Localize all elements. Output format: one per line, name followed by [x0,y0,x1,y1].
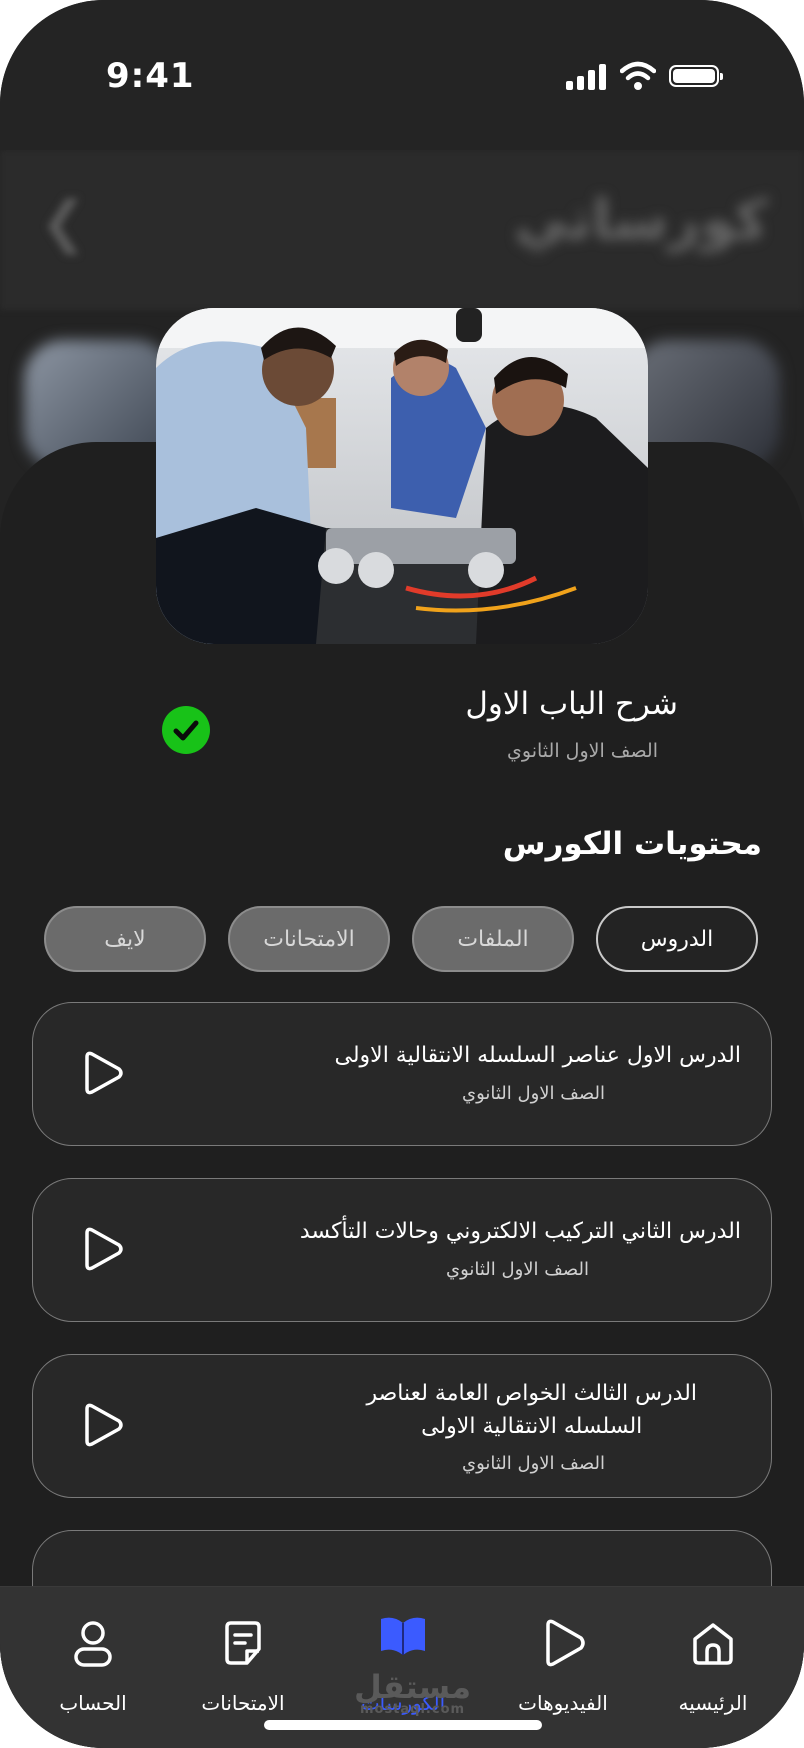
lesson-title-line-2: السلسله الانتقالية الاولى [421,1414,643,1439]
completed-check-icon [162,706,210,754]
lesson-title-line-1: الدرس الثالث الخواص العامة لعناصر [366,1381,697,1406]
home-indicator[interactable] [264,1720,542,1730]
lesson-subtitle: الصف الاول الثانوي [461,1453,605,1474]
tab-live[interactable]: لايف [44,906,206,972]
tab-label: الملفات [457,926,529,952]
exam-note-icon [225,1621,261,1665]
nav-label: الفيديوهات [518,1691,608,1715]
nav-label: الرئيسيه [678,1691,748,1715]
lesson-subtitle: الصف الاول الثانوي [461,1083,605,1104]
tab-lessons[interactable]: الدروس [596,906,758,972]
play-icon [546,1619,585,1667]
chapter-title: شرح الباب الاول [465,686,678,722]
tab-exams[interactable]: الامتحانات [228,906,390,972]
battery-icon [669,65,723,87]
section-title: محتويات الكورس [502,826,762,862]
signal-icon [566,62,608,90]
tab-label: لايف [104,926,146,952]
lesson-title: الدرس الاول عناصر السلسله الانتقالية الا… [334,1043,741,1068]
tab-files[interactable]: الملفات [412,906,574,972]
tab-label: الامتحانات [263,926,355,952]
tab-label: الدروس [640,926,714,952]
watermark-text: مستقل [354,1668,472,1706]
nav-label: الحساب [59,1691,127,1715]
book-icon [381,1617,425,1655]
chapter-subtitle: الصف الاول الثانوي [507,740,658,762]
wifi-icon [620,61,656,90]
status-time: 9:41 [106,56,195,96]
course-hero-image [156,308,648,644]
play-icon[interactable] [79,1225,125,1273]
phone-screen: ❮ كورساتي 9:41 شرح الباب الاول الصف الاو… [0,0,804,1748]
watermark-domain: mostaql.com [359,1702,466,1717]
back-button[interactable]: ❮ [40,190,87,255]
status-bar: 9:41 [0,0,804,150]
play-icon[interactable] [79,1401,125,1449]
nav-home[interactable]: الرئيسيه [638,1587,788,1748]
home-icon [693,1623,733,1665]
watermark: مستقل mostaql.com [354,1668,471,1717]
lesson-card-3[interactable]: الدرس الثالث الخواص العامة لعناصر السلسل… [32,1354,772,1498]
nav-account[interactable]: الحساب [18,1587,168,1748]
lesson-subtitle: الصف الاول الثانوي [445,1259,589,1280]
user-icon [74,1621,112,1667]
lesson-title: الدرس الثاني التركيب الالكتروني وحالات ا… [299,1219,741,1244]
nav-label: الامتحانات [201,1691,285,1715]
play-icon[interactable] [79,1049,125,1097]
lesson-title: الدرس الثالث الخواص العامة لعناصر السلسل… [366,1377,697,1443]
blurred-page-title: كورساتي [514,188,768,253]
lesson-card-1[interactable]: الدرس الاول عناصر السلسله الانتقالية الا… [32,1002,772,1146]
lesson-card-2[interactable]: الدرس الثاني التركيب الالكتروني وحالات ا… [32,1178,772,1322]
